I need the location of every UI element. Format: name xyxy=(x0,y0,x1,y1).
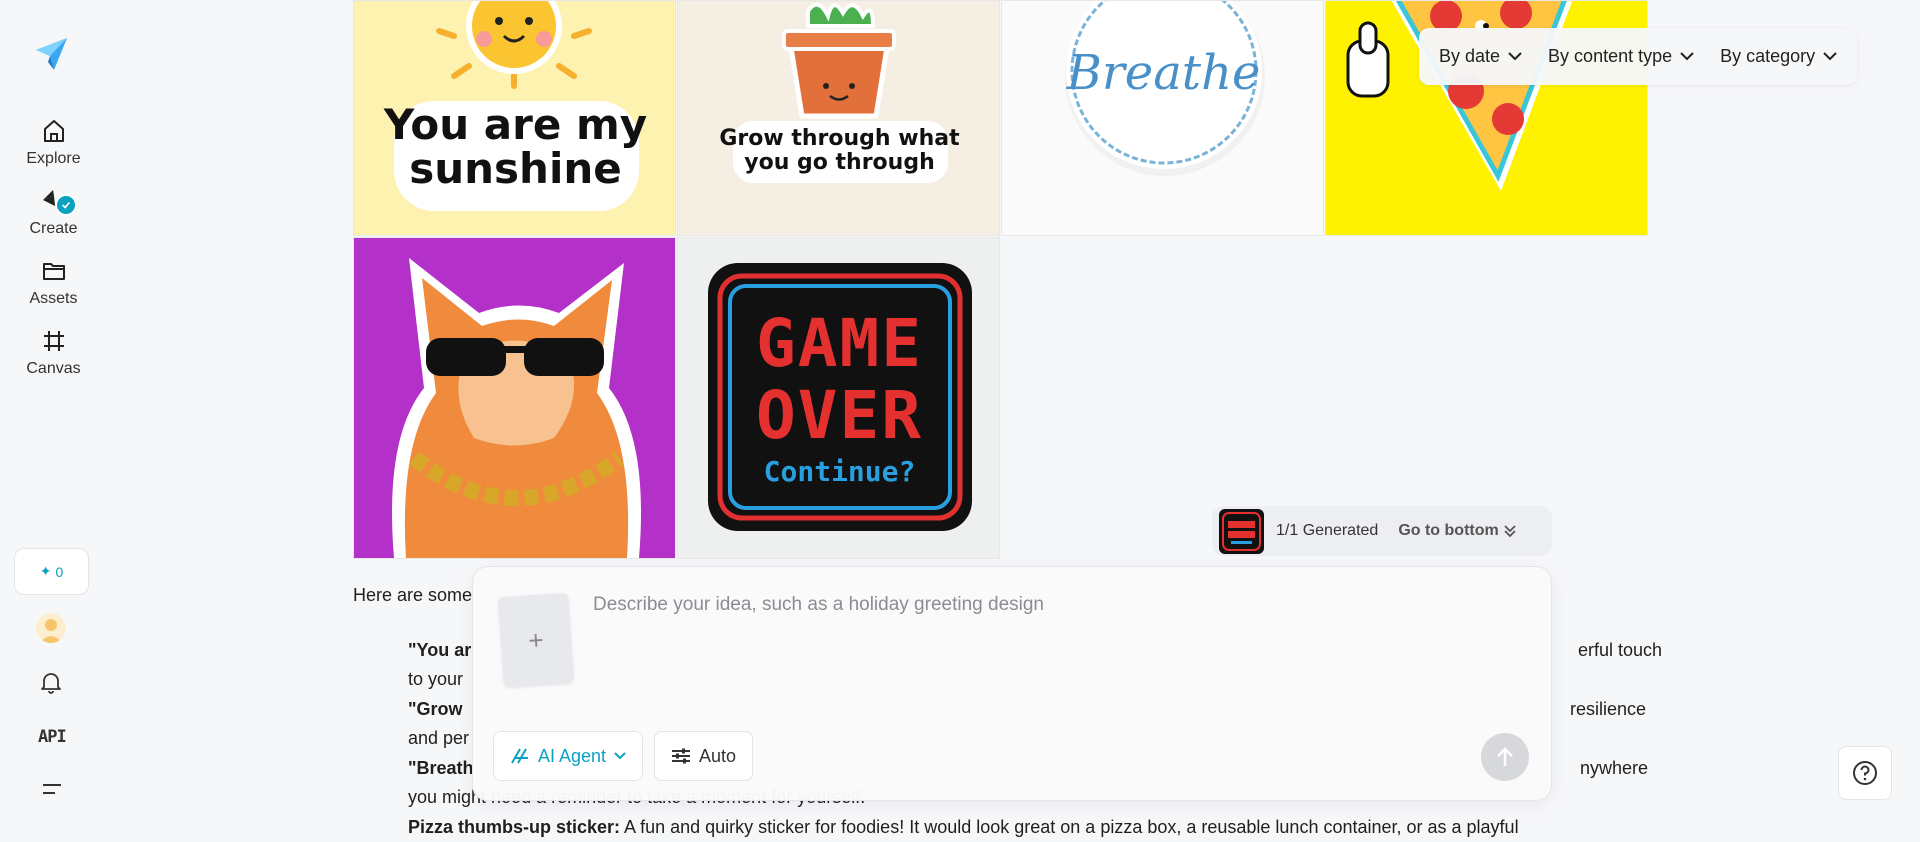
breathe-sticker-image xyxy=(1065,1,1265,176)
ai-agent-dropdown[interactable]: AI Agent xyxy=(493,731,644,781)
help-button[interactable] xyxy=(1838,746,1892,800)
list-item-title: Pizza thumbs-up sticker: xyxy=(408,817,621,837)
gallery-tile-grow[interactable]: Grow through what you go through xyxy=(677,0,1000,236)
avatar[interactable] xyxy=(36,613,66,643)
sticker-text-line2: OVER xyxy=(756,377,923,454)
chevron-down-icon xyxy=(1508,52,1522,61)
chevron-down-icon xyxy=(1680,52,1694,61)
add-reference-button[interactable]: + xyxy=(497,592,575,688)
home-icon xyxy=(43,120,64,142)
sticker-text-line1: GAME xyxy=(756,305,923,382)
sticker-text-line1: Grow through what xyxy=(719,126,960,151)
sidebar: Explore Create Assets Canvas ✦ 0 API xyxy=(0,0,107,827)
sidebar-item-label: Assets xyxy=(29,290,78,307)
filter-label: By date xyxy=(1439,46,1501,66)
list-item: Pizza thumbs-up sticker: A fun and quirk… xyxy=(408,812,1698,842)
auto-label: Auto xyxy=(699,745,737,766)
filter-by-content-type[interactable]: By content type xyxy=(1538,40,1704,73)
sidebar-item-assets[interactable]: Assets xyxy=(0,258,107,308)
list-item-text: erful touch xyxy=(1578,640,1663,660)
menu-icon[interactable] xyxy=(41,781,63,797)
sidebar-item-canvas[interactable]: Canvas xyxy=(0,328,107,378)
list-item-title: "Grow xyxy=(408,699,463,719)
double-chevron-down-icon xyxy=(1504,525,1516,538)
sticker-text: Breathe xyxy=(1066,45,1261,101)
go-to-bottom-button[interactable]: Go to bottom xyxy=(1398,522,1516,540)
gallery-tile-sunshine[interactable]: You are my sunshine xyxy=(353,0,676,236)
app-logo-icon[interactable] xyxy=(34,36,68,72)
intro-text: Here are some xyxy=(353,585,473,605)
prompt-input[interactable] xyxy=(593,585,1493,625)
generated-count: 1/1 Generated xyxy=(1276,522,1379,539)
list-item-text: resilience xyxy=(1570,699,1647,719)
filter-label: By category xyxy=(1720,46,1816,66)
sidebar-item-label: Create xyxy=(29,220,78,237)
list-item-title: "Breath xyxy=(408,758,474,778)
ai-agent-label: AI Agent xyxy=(538,745,607,766)
list-item-title: "You ar xyxy=(408,640,472,660)
question-circle-icon xyxy=(1853,761,1877,785)
gallery-tile-game-over[interactable]: GAME OVER Continue? xyxy=(677,237,1000,559)
sliders-icon xyxy=(672,748,690,764)
sidebar-item-create[interactable]: Create xyxy=(0,188,107,238)
gallery-tile-breathe[interactable]: Breathe xyxy=(1001,0,1324,236)
generated-thumbnail[interactable] xyxy=(1219,508,1264,554)
sticker-text-line1: You are my xyxy=(383,100,648,149)
sticker-text-line2: you go through xyxy=(744,150,935,175)
cool-cat-sticker-image xyxy=(392,258,641,558)
api-link[interactable]: API xyxy=(38,727,67,747)
check-badge-icon xyxy=(54,194,77,216)
plant-pot-sticker-image xyxy=(733,2,948,183)
arrow-up-icon xyxy=(1497,747,1513,766)
chevron-down-icon xyxy=(614,752,626,760)
sparkle-icon: ✦ xyxy=(39,563,52,579)
filter-bar: By date By content type By category xyxy=(1419,28,1858,85)
filter-by-category[interactable]: By category xyxy=(1710,40,1847,73)
generation-status: 1/1 Generated Go to bottom xyxy=(1212,506,1552,556)
sidebar-item-explore[interactable]: Explore xyxy=(0,118,107,168)
sidebar-item-label: Canvas xyxy=(26,360,81,377)
list-item-text: A fun and quirky sticker for foodies! It… xyxy=(620,817,1519,837)
credits-count: 0 xyxy=(55,563,64,580)
filter-label: By content type xyxy=(1548,46,1673,66)
sidebar-item-label: Explore xyxy=(26,150,81,167)
canvas-icon xyxy=(43,331,64,351)
sticker-text-line2: sunshine xyxy=(409,144,622,193)
prompt-composer: + AI Agent Auto xyxy=(472,566,1552,801)
list-item-text: nywhere xyxy=(1580,758,1649,778)
chevron-down-icon xyxy=(1823,52,1837,61)
bell-icon[interactable] xyxy=(38,669,64,695)
folder-icon xyxy=(42,263,65,280)
credits-badge[interactable]: ✦ 0 xyxy=(14,548,89,595)
sticker-text-line3: Continue? xyxy=(763,455,916,488)
filter-by-date[interactable]: By date xyxy=(1429,40,1532,73)
auto-settings-button[interactable]: Auto xyxy=(654,731,754,781)
send-button[interactable] xyxy=(1481,733,1529,781)
gallery-tile-cat[interactable] xyxy=(353,237,676,559)
ai-agent-icon xyxy=(511,748,528,764)
